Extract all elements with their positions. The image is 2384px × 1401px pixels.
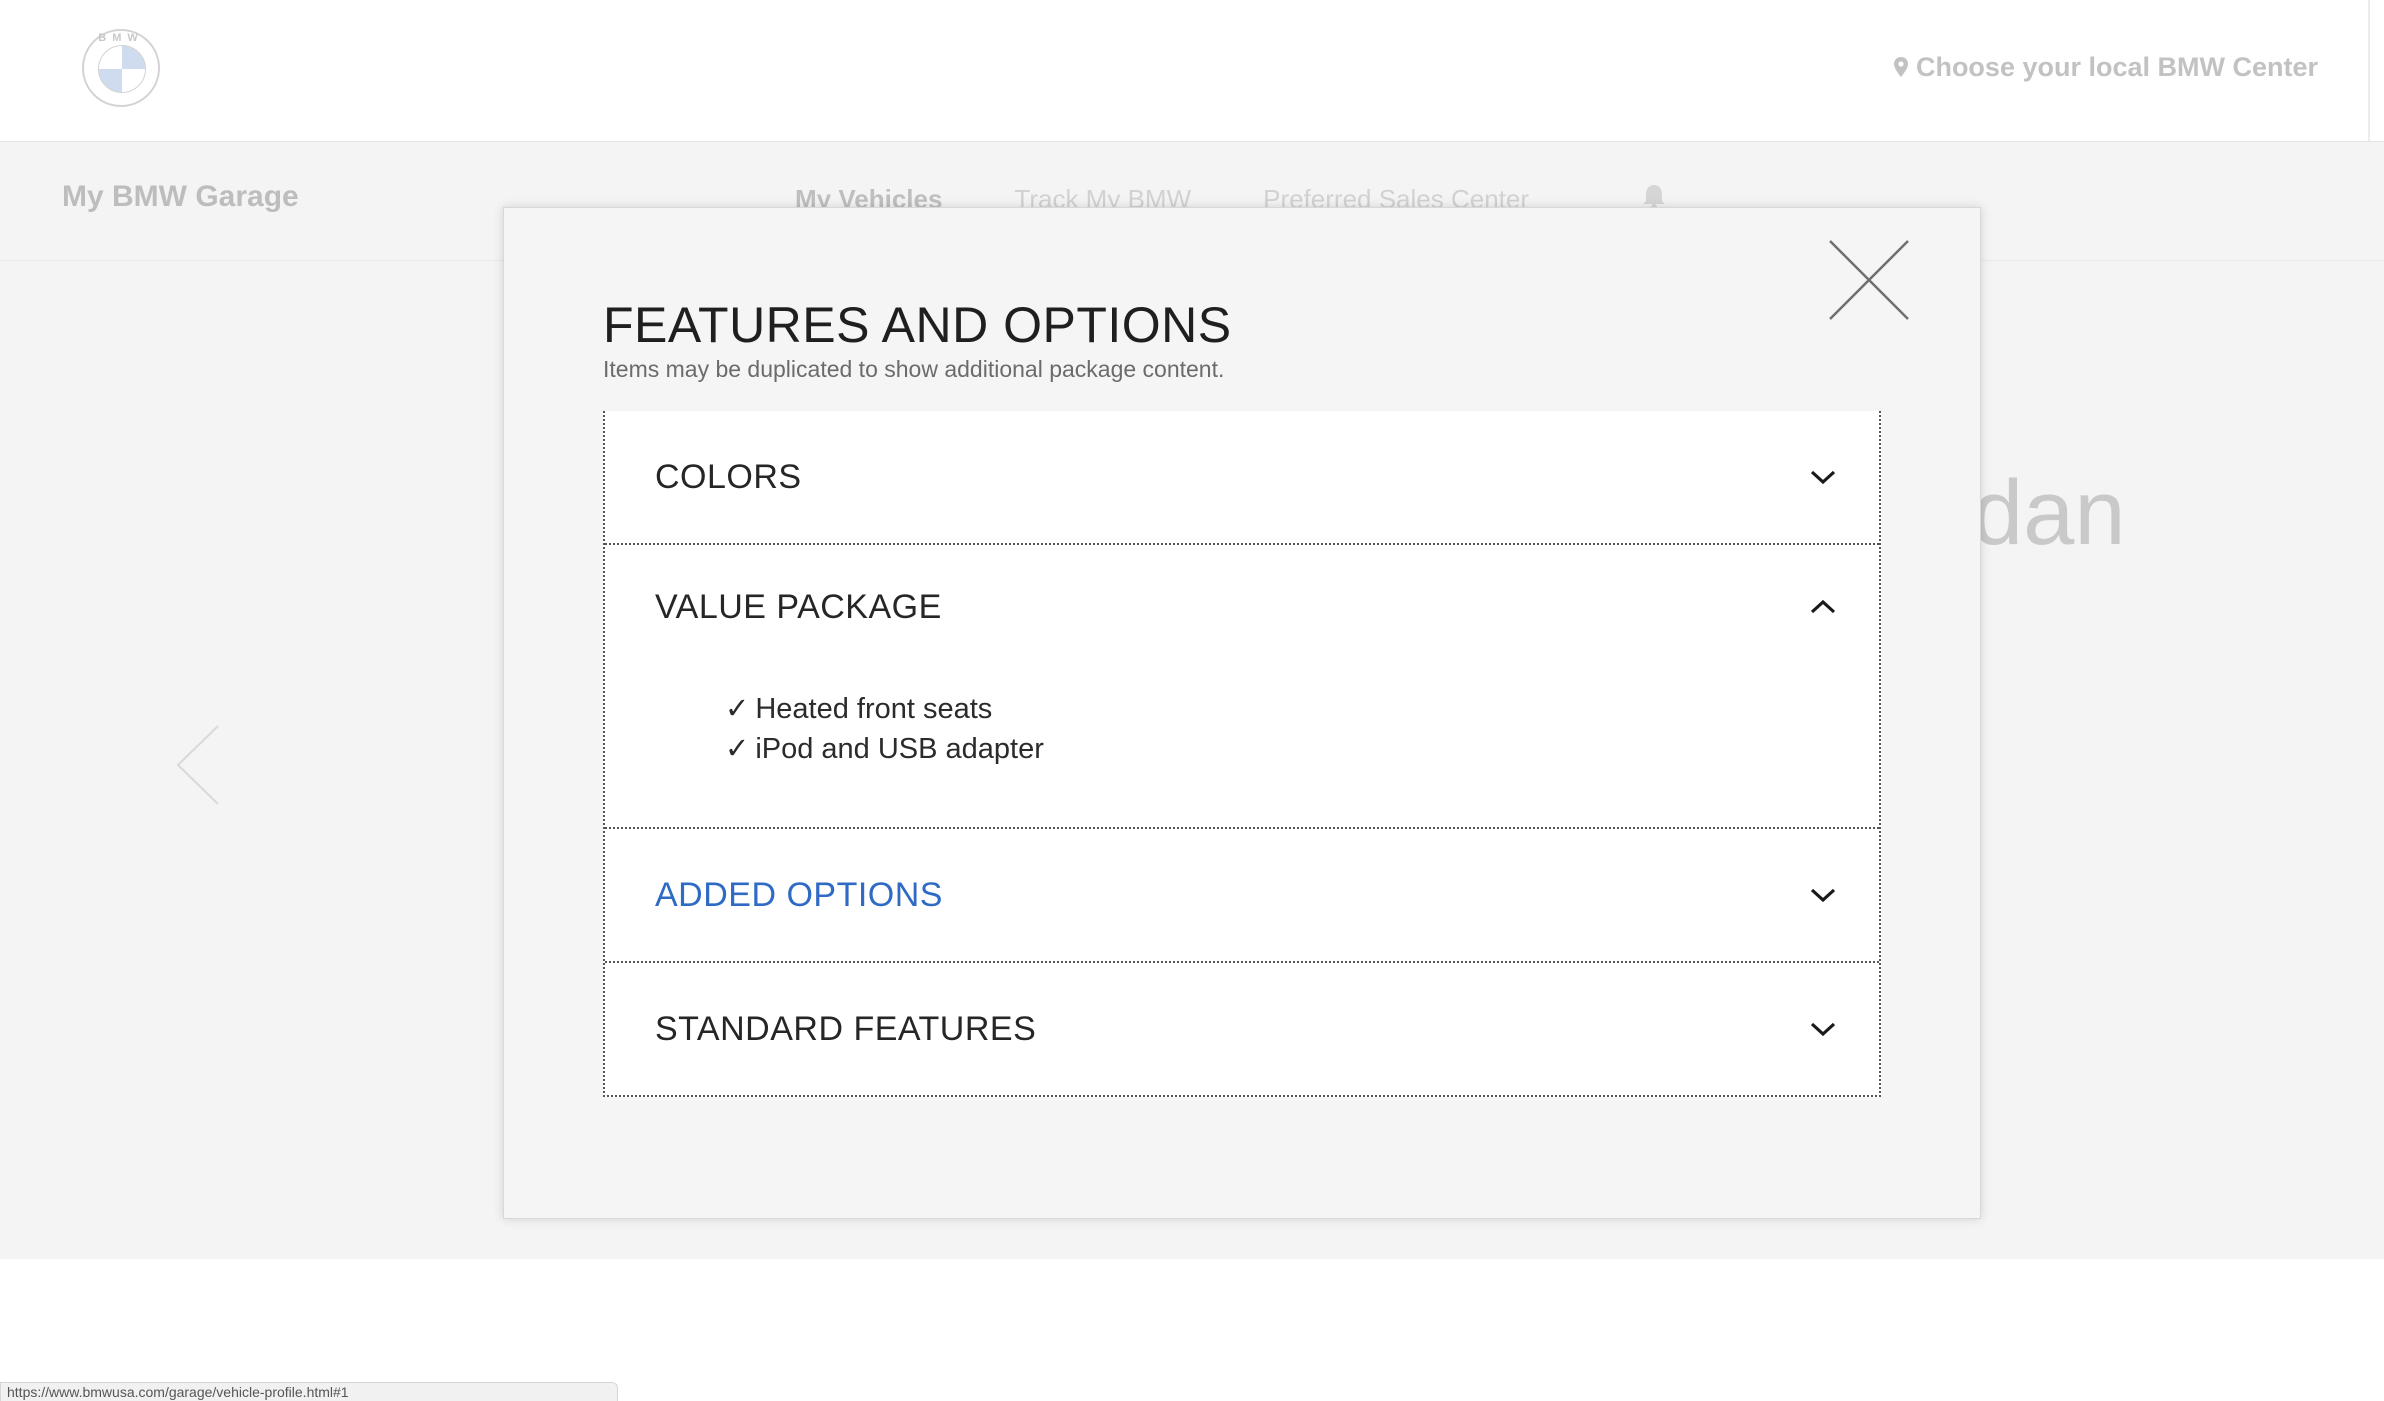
carousel-prev-arrow-icon[interactable] xyxy=(176,724,220,806)
accordion-header-value-package[interactable]: VALUE PACKAGE xyxy=(605,545,1879,669)
accordion-section-added-options: ADDED OPTIONS xyxy=(605,827,1879,961)
accordion-section-value-package: VALUE PACKAGE ✓ Heated front seats ✓ iPod … xyxy=(605,543,1879,827)
garage-title[interactable]: My BMW Garage xyxy=(62,180,299,214)
list-item: ✓ Heated front seats xyxy=(725,689,1879,729)
logo-roundel-icon xyxy=(98,45,146,93)
checkmark-icon: ✓ xyxy=(725,693,750,725)
feature-label: iPod and USB adapter xyxy=(755,733,1044,765)
accordion-label: VALUE PACKAGE xyxy=(655,587,942,626)
accordion-section-colors: COLORS xyxy=(605,411,1879,543)
vehicle-name-partial: dan xyxy=(1972,462,2126,564)
modal-subtitle: Items may be duplicated to show addition… xyxy=(603,356,1225,382)
chevron-down-icon xyxy=(1810,470,1836,485)
chevron-up-icon xyxy=(1810,599,1836,614)
dealer-link-label: Choose your local BMW Center xyxy=(1915,51,2318,82)
choose-dealer-link[interactable]: Choose your local BMW Center xyxy=(1893,49,2318,85)
features-accordion: COLORS VALUE PACKAGE ✓ Heated front seats… xyxy=(603,411,1881,1097)
location-pin-icon xyxy=(1893,57,1908,77)
features-options-modal: FEATURES AND OPTIONS Items may be duplic… xyxy=(503,207,1981,1219)
accordion-label: STANDARD FEATURES xyxy=(655,1009,1037,1048)
bmw-logo[interactable]: BMW xyxy=(82,29,160,107)
top-header: BMW Choose your local BMW Center xyxy=(0,0,2384,142)
accordion-header-standard-features[interactable]: STANDARD FEATURES xyxy=(605,963,1879,1095)
list-item: ✓ iPod and USB adapter xyxy=(725,729,1879,769)
feature-label: Heated front seats xyxy=(755,693,993,725)
accordion-section-standard-features: STANDARD FEATURES xyxy=(605,961,1879,1095)
accordion-header-added-options[interactable]: ADDED OPTIONS xyxy=(605,829,1879,961)
accordion-header-colors[interactable]: COLORS xyxy=(605,411,1879,543)
checkmark-icon: ✓ xyxy=(725,733,750,765)
accordion-label: COLORS xyxy=(655,457,802,496)
chevron-down-icon xyxy=(1810,888,1836,903)
browser-status-url: https://www.bmwusa.com/garage/vehicle-pr… xyxy=(0,1382,618,1401)
chevron-down-icon xyxy=(1810,1022,1836,1037)
accordion-label: ADDED OPTIONS xyxy=(655,875,943,914)
modal-title: FEATURES AND OPTIONS xyxy=(603,297,1232,353)
logo-letters: BMW xyxy=(98,32,144,44)
close-icon[interactable] xyxy=(1828,239,1910,321)
value-package-items: ✓ Heated front seats ✓ iPod and USB adapte… xyxy=(605,669,1879,827)
page-scrollbar[interactable] xyxy=(2368,0,2370,141)
